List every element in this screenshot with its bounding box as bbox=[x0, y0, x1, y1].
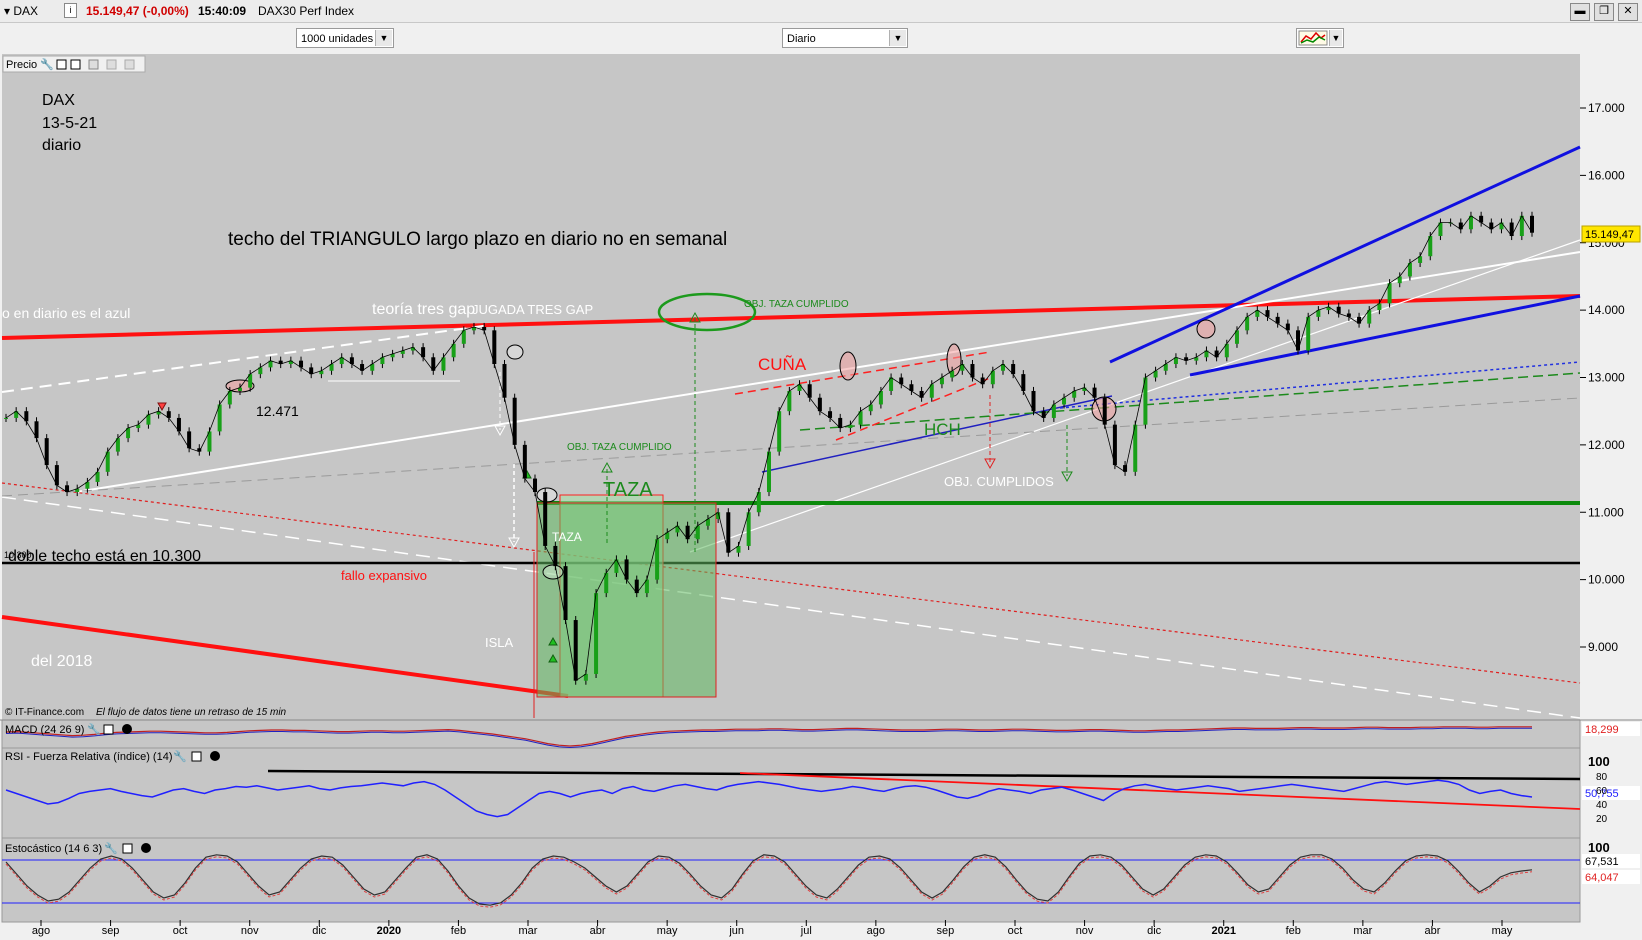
rsi-tick-label: 20 bbox=[1596, 814, 1608, 825]
y-tick-label: 17.000 bbox=[1588, 101, 1625, 115]
stoch-axis: 100 bbox=[1588, 840, 1610, 855]
annotation-triangle: techo del TRIANGULO largo plazo en diari… bbox=[228, 229, 727, 250]
stoch-value2: 64,047 bbox=[1585, 872, 1619, 884]
x-tick-label: feb bbox=[1286, 925, 1301, 937]
rsi-panel bbox=[1, 747, 1581, 839]
rsi-tick-label: 60 bbox=[1596, 786, 1608, 797]
x-tick-label: nov bbox=[1076, 925, 1094, 937]
annotation-level-small: 10.300 bbox=[4, 550, 32, 560]
annotation-three-gap: teoría tres gap bbox=[372, 301, 475, 318]
annotation-obj: OBJ. CUMPLIDOS bbox=[944, 474, 1054, 489]
x-tick-label: may bbox=[657, 925, 678, 937]
annotation-date: 13-5-21 bbox=[42, 115, 97, 132]
annotation-taza-big: TAZA bbox=[603, 479, 653, 501]
x-tick-label: may bbox=[1492, 925, 1513, 937]
window-icon bbox=[191, 751, 202, 762]
copy-icon bbox=[106, 59, 117, 70]
delay-note: El flujo de datos tiene un retraso de 15… bbox=[96, 707, 287, 718]
close-icon bbox=[141, 843, 151, 853]
gap-ellipse-3 bbox=[542, 564, 564, 580]
y-tick-label: 16.000 bbox=[1588, 168, 1625, 182]
price-candle bbox=[4, 417, 8, 419]
annotation-taza-done-1: OBJ. TAZA CUMPLIDO bbox=[744, 299, 849, 310]
y-tick-label: 10.000 bbox=[1588, 573, 1625, 587]
close-icon bbox=[122, 724, 132, 734]
annotation-hch: HCH bbox=[924, 420, 961, 439]
stoch-tick-label: 100 bbox=[1588, 840, 1610, 855]
x-tick-label: feb bbox=[451, 925, 466, 937]
annotation-isla: ISLA bbox=[485, 635, 514, 650]
window-icon bbox=[103, 724, 114, 735]
chart-canvas[interactable]: 17.00016.00015.00014.00013.00012.00011.0… bbox=[0, 0, 1642, 940]
y-tick-label: 14.000 bbox=[1588, 303, 1625, 317]
wrench-icon: 🔧 bbox=[104, 841, 118, 855]
x-axis: ago sep oct nov dic 2020 feb mar abr may jun jul ago… bbox=[32, 920, 1513, 937]
copyright: © IT-Finance.com bbox=[5, 707, 84, 718]
y-tick-label: 13.000 bbox=[1588, 371, 1625, 385]
y-tick-label: 9.000 bbox=[1588, 640, 1618, 654]
annotation-taza-small: TAZA bbox=[552, 530, 582, 544]
wrench-icon: 🔧 bbox=[40, 57, 54, 71]
close-icon bbox=[210, 751, 220, 761]
annotation-taza-done-2: OBJ. TAZA CUMPLIDO bbox=[567, 442, 672, 453]
price-current: 15.149,47 bbox=[1585, 229, 1634, 241]
x-tick-label: 2021 bbox=[1211, 925, 1235, 937]
x-tick-label: sep bbox=[937, 925, 955, 937]
macd-label: MACD (24 26 9) bbox=[5, 724, 84, 736]
rsi-tick-label: 100 bbox=[1588, 754, 1610, 769]
wrench-icon: 🔧 bbox=[87, 722, 101, 736]
price-axis bbox=[1580, 54, 1642, 720]
annotation-2018: del 2018 bbox=[31, 653, 92, 670]
x-tick-label: abr bbox=[590, 925, 606, 937]
x-tick-label: dic bbox=[1147, 925, 1162, 937]
copy-icon bbox=[124, 59, 135, 70]
window-icon bbox=[70, 59, 81, 70]
wrench-icon: 🔧 bbox=[173, 749, 187, 763]
x-tick-label: oct bbox=[173, 925, 188, 937]
annotation-12471: 12.471 bbox=[256, 403, 299, 419]
macd-panel bbox=[1, 719, 1581, 749]
price-label: Precio bbox=[6, 59, 37, 71]
annotation-double-top: doble techo está en 10.300 bbox=[8, 548, 201, 565]
add-icon bbox=[88, 59, 99, 70]
annotation-cuna: CUÑA bbox=[758, 355, 807, 374]
x-tick-label: jun bbox=[728, 925, 744, 937]
macd-value: 18,299 bbox=[1585, 724, 1619, 736]
x-tick-label: dic bbox=[312, 925, 327, 937]
stoch-value1: 67,531 bbox=[1585, 856, 1619, 868]
x-tick-label: jul bbox=[800, 925, 812, 937]
stoch-label: Estocástico (14 6 3) bbox=[5, 843, 102, 855]
annotation-period: diario bbox=[42, 137, 81, 154]
annotation-fallo: fallo expansivo bbox=[341, 568, 427, 583]
annotation-dax: DAX bbox=[42, 92, 75, 109]
x-tick-label: nov bbox=[241, 925, 259, 937]
x-tick-label: mar bbox=[1353, 925, 1372, 937]
x-tick-label: 2020 bbox=[377, 925, 401, 937]
x-tick-label: oct bbox=[1008, 925, 1023, 937]
rsi-tick-label: 80 bbox=[1596, 772, 1608, 783]
window-icon bbox=[122, 843, 133, 854]
gap-ellipse-1 bbox=[506, 344, 524, 360]
x-tick-label: sep bbox=[102, 925, 120, 937]
rsi-label: RSI - Fuerza Relativa (índice) (14) bbox=[5, 751, 173, 763]
window-icon bbox=[56, 59, 67, 70]
pink-ellipse-4 bbox=[1196, 319, 1216, 339]
x-tick-label: ago bbox=[32, 925, 50, 937]
annotation-three-gap-done: JUGADA TRES GAP bbox=[472, 302, 593, 317]
x-tick-label: abr bbox=[1424, 925, 1440, 937]
x-tick-label: ago bbox=[867, 925, 885, 937]
pink-ellipse-1 bbox=[839, 351, 857, 381]
y-tick-label: 12.000 bbox=[1588, 438, 1625, 452]
x-tick-label: mar bbox=[519, 925, 538, 937]
rsi-tick-label: 40 bbox=[1596, 800, 1608, 811]
annotation-blue: o en diario es el azul bbox=[2, 305, 130, 321]
stoch-panel bbox=[1, 837, 1581, 923]
y-tick-label: 11.000 bbox=[1588, 505, 1624, 519]
